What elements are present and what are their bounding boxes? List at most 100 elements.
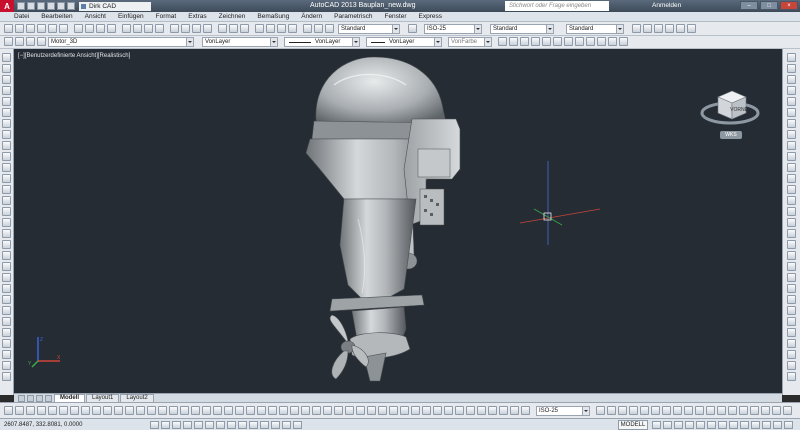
draw-tool-icon-24[interactable]	[2, 317, 11, 326]
style-tool-icon-1[interactable]	[632, 24, 641, 33]
standard-tool-icon-0[interactable]	[4, 24, 13, 33]
modify-tool-icon-29[interactable]	[787, 372, 796, 381]
bottom-tool-icon-27[interactable]	[301, 406, 310, 415]
style-tool-icon-3[interactable]	[654, 24, 663, 33]
bottom-tool-icon-54[interactable]	[662, 406, 671, 415]
modify-tool-icon-17[interactable]	[787, 240, 796, 249]
bottom-tool-icon-64[interactable]	[772, 406, 781, 415]
status-tool-icon-0[interactable]	[652, 421, 661, 429]
bottom-tool-icon-47[interactable]	[521, 406, 530, 415]
status-tool-icon-2[interactable]	[674, 421, 683, 429]
workspace-select[interactable]: Dirk CAD	[79, 1, 151, 11]
style-tool-icon-5[interactable]	[676, 24, 685, 33]
status-toggle-icon-9[interactable]	[249, 421, 258, 429]
layer-tool-icon-2[interactable]	[26, 37, 35, 46]
bottom-tool-icon-28[interactable]	[312, 406, 321, 415]
bottom-tool-icon-20[interactable]	[224, 406, 233, 415]
bottom-tool-icon-59[interactable]	[717, 406, 726, 415]
modify-tool-icon-9[interactable]	[787, 152, 796, 161]
bottom-tool-icon-42[interactable]	[466, 406, 475, 415]
first-tab-icon[interactable]	[18, 395, 25, 402]
layer-tool-icon-6[interactable]	[520, 37, 529, 46]
status-tool-icon-9[interactable]	[751, 421, 760, 429]
status-toggle-icon-2[interactable]	[172, 421, 181, 429]
modify-tool-icon-2[interactable]	[787, 75, 796, 84]
bottom-tool-icon-22[interactable]	[246, 406, 255, 415]
menu-item-4[interactable]: Format	[156, 13, 177, 20]
modify-tool-icon-16[interactable]	[787, 229, 796, 238]
status-toggle-icon-10[interactable]	[260, 421, 269, 429]
standard-tool-icon-27[interactable]	[325, 24, 334, 33]
draw-tool-icon-1[interactable]	[2, 64, 11, 73]
layer-tool-icon-5[interactable]	[509, 37, 518, 46]
viewcube[interactable]: VORNE	[700, 75, 760, 135]
bottom-tool-icon-33[interactable]	[367, 406, 376, 415]
draw-tool-icon-22[interactable]	[2, 295, 11, 304]
layer-tool-icon-15[interactable]	[619, 37, 628, 46]
standard-tool-icon-24[interactable]	[288, 24, 297, 33]
layer-tool-icon-4[interactable]	[498, 37, 507, 46]
standard-tool-icon-8[interactable]	[96, 24, 105, 33]
standard-tool-icon-10[interactable]	[122, 24, 131, 33]
redo-icon[interactable]	[67, 2, 75, 10]
draw-tool-icon-8[interactable]	[2, 141, 11, 150]
model-space-button[interactable]: MODELL	[618, 420, 648, 430]
menu-item-10[interactable]: Fenster	[384, 13, 406, 20]
status-tool-icon-8[interactable]	[740, 421, 749, 429]
bottom-tool-icon-16[interactable]	[180, 406, 189, 415]
bottom-tool-icon-55[interactable]	[673, 406, 682, 415]
new-icon[interactable]	[17, 2, 25, 10]
standard-tool-icon-11[interactable]	[133, 24, 142, 33]
menu-item-5[interactable]: Extras	[188, 13, 206, 20]
draw-tool-icon-21[interactable]	[2, 284, 11, 293]
prev-tab-icon[interactable]	[27, 395, 34, 402]
bottom-tool-icon-63[interactable]	[761, 406, 770, 415]
draw-tool-icon-6[interactable]	[2, 119, 11, 128]
wcs-menu[interactable]: WKS	[720, 131, 742, 139]
status-toggle-icon-3[interactable]	[183, 421, 192, 429]
draw-tool-icon-12[interactable]	[2, 185, 11, 194]
status-toggle-icon-7[interactable]	[227, 421, 236, 429]
draw-tool-icon-27[interactable]	[2, 350, 11, 359]
menu-item-0[interactable]: Datei	[14, 13, 29, 20]
bottom-tool-icon-18[interactable]	[202, 406, 211, 415]
bottom-tool-icon-1[interactable]	[15, 406, 24, 415]
modify-tool-icon-4[interactable]	[787, 97, 796, 106]
bottom-tool-icon-2[interactable]	[26, 406, 35, 415]
draw-tool-icon-29[interactable]	[2, 372, 11, 381]
bottom-tool-icon-4[interactable]	[48, 406, 57, 415]
next-tab-icon[interactable]	[36, 395, 43, 402]
mleader-style-select[interactable]: Standard	[566, 24, 624, 34]
bottom-tool-icon-51[interactable]	[629, 406, 638, 415]
status-tool-icon-3[interactable]	[685, 421, 694, 429]
bottom-tool-icon-57[interactable]	[695, 406, 704, 415]
menu-item-3[interactable]: Einfügen	[118, 13, 144, 20]
undo-icon[interactable]	[57, 2, 65, 10]
bottom-tool-icon-7[interactable]	[81, 406, 90, 415]
standard-tool-icon-13[interactable]	[155, 24, 164, 33]
bottom-tool-icon-53[interactable]	[651, 406, 660, 415]
style-tool-icon-2[interactable]	[643, 24, 652, 33]
bottom-tool-icon-19[interactable]	[213, 406, 222, 415]
search-input[interactable]: Stichwort oder Frage eingeben	[505, 1, 609, 11]
menu-item-1[interactable]: Bearbeiten	[41, 13, 72, 20]
maximize-button[interactable]: □	[760, 1, 778, 10]
standard-tool-icon-2[interactable]	[26, 24, 35, 33]
bottom-tool-icon-23[interactable]	[257, 406, 266, 415]
menu-item-7[interactable]: Bemaßung	[257, 13, 289, 20]
status-tool-icon-10[interactable]	[762, 421, 771, 429]
layer-tool-icon-1[interactable]	[15, 37, 24, 46]
modify-tool-icon-0[interactable]	[787, 53, 796, 62]
status-toggle-icon-5[interactable]	[205, 421, 214, 429]
status-toggle-icon-0[interactable]	[150, 421, 159, 429]
login-button[interactable]: Anmelden	[652, 0, 681, 12]
bottom-tool-icon-43[interactable]	[477, 406, 486, 415]
bottom-tool-icon-44[interactable]	[488, 406, 497, 415]
standard-tool-icon-12[interactable]	[144, 24, 153, 33]
bottom-tool-icon-31[interactable]	[345, 406, 354, 415]
bottom-tool-icon-26[interactable]	[290, 406, 299, 415]
bottom-dim-style-select[interactable]: ISO-25	[536, 406, 590, 416]
draw-tool-icon-26[interactable]	[2, 339, 11, 348]
bottom-tool-icon-65[interactable]	[783, 406, 792, 415]
draw-tool-icon-16[interactable]	[2, 229, 11, 238]
